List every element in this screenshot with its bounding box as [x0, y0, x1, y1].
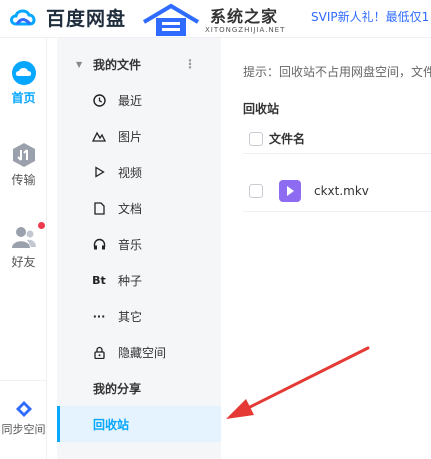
baidu-netdisk-logo[interactable] [8, 4, 38, 30]
clock-icon [92, 93, 106, 107]
app-name: 百度网盘 [46, 8, 127, 30]
rail-item-sync[interactable]: 同步空间 [0, 400, 47, 437]
rail-divider [0, 380, 47, 381]
menu-item-label: 图片 [118, 129, 143, 144]
play-icon [92, 165, 106, 179]
transfer-icon [12, 143, 35, 167]
bt-icon: Bt [92, 273, 106, 287]
notification-badge [38, 222, 45, 229]
top-bar: 百度网盘 系统之家 XITONGZHIJIA.NET SVIP新人礼！最低仅1 [0, 0, 431, 38]
rail-label-friends: 好友 [11, 255, 36, 269]
table-header: 文件名 [243, 124, 431, 154]
select-all-checkbox[interactable] [249, 131, 263, 146]
menu-my-files[interactable]: ▼ 我的文件 ⋮ [57, 46, 221, 82]
watermark-title: 系统之家 [210, 7, 279, 26]
menu-item-recent[interactable]: 最近 [57, 82, 221, 118]
menu-item-label: 音乐 [118, 237, 143, 252]
menu-item-images[interactable]: 图片 [57, 118, 221, 154]
watermark-house-icon [142, 3, 200, 36]
breadcrumb[interactable]: 回收站 [243, 100, 279, 117]
menu-item-documents[interactable]: 文档 [57, 190, 221, 226]
annotation-arrow [226, 346, 370, 419]
rail-label-sync: 同步空间 [1, 423, 46, 436]
svip-promo-link[interactable]: SVIP新人礼！最低仅1 [311, 8, 429, 25]
friends-icon [11, 227, 36, 248]
rail-label-transfer: 传输 [11, 173, 36, 187]
rail-item-home[interactable]: 首页 [0, 60, 47, 106]
menu-item-label: 文档 [118, 201, 143, 216]
menu-my-share-label: 我的分享 [93, 381, 142, 396]
image-icon [92, 129, 106, 143]
headphones-icon [92, 237, 106, 251]
menu-item-label: 其它 [118, 309, 143, 324]
menu-recycle-bin[interactable]: 回收站 [57, 406, 221, 442]
row-checkbox[interactable] [249, 183, 263, 198]
table-row[interactable]: ckxt.mkv [243, 170, 431, 212]
menu-item-label: 视频 [118, 165, 143, 180]
video-file-icon [279, 179, 301, 202]
menu-item-label: 最近 [118, 93, 143, 108]
menu-more-icon[interactable]: ⋮ [184, 57, 196, 71]
lock-icon [92, 345, 106, 359]
cloud-icon [11, 61, 36, 85]
menu-item-other[interactable]: ··· 其它 [57, 298, 221, 334]
menu-item-torrents[interactable]: Bt 种子 [57, 262, 221, 298]
menu-item-label: 种子 [118, 273, 143, 288]
menu-item-music[interactable]: 音乐 [57, 226, 221, 262]
collapse-caret-icon[interactable]: ▼ [76, 60, 82, 69]
left-rail: 首页 传输 好友 同步空间 [0, 38, 47, 459]
menu-item-label: 隐藏空间 [118, 345, 167, 360]
column-filename[interactable]: 文件名 [269, 130, 305, 147]
sync-icon [15, 401, 32, 417]
recycle-tip-text: 提示：回收站不占用网盘空间，文件 [243, 65, 431, 79]
rail-item-friends[interactable]: 好友 [0, 222, 47, 270]
watermark-url: XITONGZHIJIA.NET [205, 26, 286, 34]
menu-recycle-bin-label: 回收站 [93, 417, 130, 432]
file-name[interactable]: ckxt.mkv [314, 184, 369, 198]
menu-item-hidden-space[interactable]: 隐藏空间 [57, 334, 221, 370]
rail-item-transfer[interactable]: 传输 [0, 142, 47, 188]
file-category-menu: ▼ 我的文件 ⋮ 最近 图片 视频 文档 音乐 Bt 种子 ··· 其它 隐藏空… [57, 38, 221, 459]
document-icon [92, 201, 106, 215]
menu-my-share[interactable]: 我的分享 [57, 370, 221, 406]
rail-label-home: 首页 [11, 91, 36, 105]
menu-item-videos[interactable]: 视频 [57, 154, 221, 190]
menu-my-files-label: 我的文件 [93, 57, 142, 72]
more-icon: ··· [92, 309, 106, 323]
